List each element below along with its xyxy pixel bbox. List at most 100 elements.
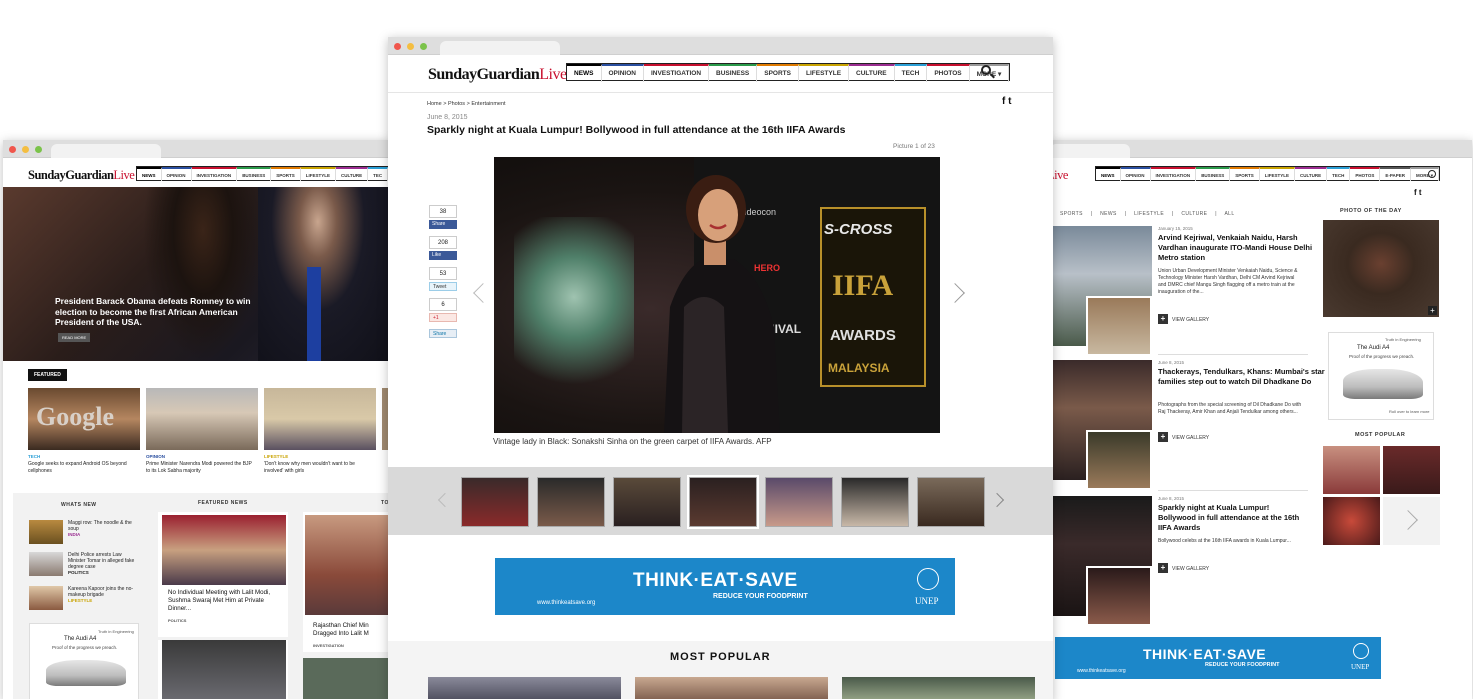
list-item-image[interactable] [29,586,63,610]
site-logo[interactable]: SundayGuardianLive [28,168,135,183]
audi-ad[interactable]: Truth in Engineering The Audi A4 Proof o… [29,623,139,699]
chevron-right-icon[interactable] [1398,510,1418,530]
read-more-button[interactable]: READ MORE [58,333,91,342]
featured-category[interactable]: TECH [28,454,40,459]
nav-news[interactable]: NEWS [567,64,602,82]
think-eat-save-banner[interactable]: THINK·EAT·SAVE REDUCE YOUR FOODPRINT www… [1055,637,1381,679]
view-gallery-button[interactable]: + VIEW GALLERY [1158,563,1209,573]
featured-text[interactable]: Google seeks to expand Android OS beyond… [28,461,138,474]
gallery-thumbnail[interactable] [841,477,909,527]
browser-tab[interactable] [51,144,161,158]
social-share-icons[interactable]: f t [1002,96,1011,107]
tab-sports[interactable]: SPORTS [1060,211,1083,217]
gallery-story[interactable]: June 8, 2015 Thackerays, Tendulkars, Kha… [1050,360,1325,490]
nav-item[interactable]: INVESTIGATION [191,167,238,181]
featured-text[interactable]: Prime Minister Narendra Modi powered the… [146,461,256,474]
list-item-image[interactable] [29,520,63,544]
nav-item[interactable]: OPINION [161,167,192,181]
featured-category[interactable]: OPINION [146,454,165,459]
nav-opinion[interactable]: OPINION [601,64,644,82]
strip-next-arrow-icon[interactable] [989,492,1005,508]
browser-tab[interactable] [1050,144,1130,158]
nav-item[interactable]: NEWS [1096,167,1121,181]
nav-item[interactable]: NEWS [137,167,162,181]
nav-item[interactable]: CULTURE [335,167,369,181]
linkedin-share-button[interactable]: Share [429,329,457,338]
top-headline[interactable]: Rajasthan Chief Min Dragged Into Lalit M [313,622,391,638]
featured-news-category[interactable]: POLITICS [168,618,186,623]
featured-image[interactable] [264,388,376,450]
story-headline[interactable]: Sparkly night at Kuala Lumpur! Bollywood… [1158,503,1308,533]
photo-of-day-image[interactable]: + [1323,220,1439,317]
nav-item[interactable]: CULTURE [1294,167,1328,181]
nav-item[interactable]: SPORTS [1230,167,1260,181]
nav-item[interactable]: TEC [368,167,389,181]
nav-item[interactable]: E-paper [1380,167,1411,181]
popular-thumb[interactable] [428,677,621,699]
site-logo[interactable]: SundayGuardianLive [428,66,567,84]
facebook-like-button[interactable]: Like [429,251,457,260]
social-icons[interactable]: f t [1414,188,1422,197]
gallery-story[interactable]: January 15, 2015 Arvind Kejriwal, Venkai… [1050,226,1312,356]
popular-thumb[interactable] [842,677,1035,699]
tweet-button[interactable]: Tweet [429,282,457,291]
story-headline[interactable]: Arvind Kejriwal, Venkaiah Naidu, Harsh V… [1158,233,1328,263]
nav-item[interactable]: INVESTIGATION [1150,167,1197,181]
view-gallery-button[interactable]: + VIEW GALLERY [1158,432,1209,442]
popular-thumb[interactable] [1323,497,1380,545]
strip-prev-arrow-icon[interactable] [437,492,453,508]
close-dot-icon[interactable] [9,146,16,153]
gallery-thumbnail-active[interactable] [687,475,759,529]
browser-tab[interactable] [440,41,560,55]
breadcrumb[interactable]: Home > Photos > Entertainment [427,101,506,107]
gallery-thumbnail[interactable] [461,477,529,527]
nav-sports[interactable]: SPORTS [757,64,799,82]
gallery-thumbnail[interactable] [917,477,985,527]
top-card[interactable]: Rajasthan Chief Min Dragged Into Lalit M… [303,512,391,652]
nav-lifestyle[interactable]: LIFESTYLE [799,64,850,82]
hero-headline[interactable]: President Barack Obama defeats Romney to… [55,296,277,328]
minimize-dot-icon[interactable] [22,146,29,153]
tab-all[interactable]: ALL [1224,211,1234,217]
nav-item[interactable]: BUSINESS [1196,167,1231,181]
tab-lifestyle[interactable]: LIFESTYLE [1134,211,1164,217]
minimize-dot-icon[interactable] [407,43,414,50]
nav-item[interactable]: TECH [1327,167,1351,181]
gallery-thumbnail[interactable] [537,477,605,527]
gallery-thumbnail[interactable] [613,477,681,527]
maximize-dot-icon[interactable] [420,43,427,50]
nav-item[interactable]: BUSINESS [237,167,272,181]
gallery-story[interactable]: June 8, 2015 Sparkly night at Kuala Lump… [1050,496,1310,626]
popular-thumb[interactable] [635,677,828,699]
featured-image[interactable]: Google [28,388,140,450]
nav-item[interactable]: LIFESTYLE [300,167,336,181]
nav-item[interactable]: LIFESTYLE [1259,167,1295,181]
nav-photos[interactable]: PHOTOS [927,64,970,82]
nav-item[interactable]: OPINION [1120,167,1151,181]
nav-tech[interactable]: TECH [894,64,928,82]
story-headline[interactable]: Thackerays, Tendulkars, Khans: Mumbai's … [1158,367,1328,387]
popular-thumb[interactable] [1383,446,1440,494]
featured-category[interactable]: LIFESTYLE [264,454,288,459]
popular-thumb[interactable] [1323,446,1380,494]
next-arrow-box[interactable] [1383,497,1440,545]
search-icon[interactable] [1428,170,1436,178]
featured-image[interactable] [146,388,258,450]
featured-news-card[interactable] [158,640,288,699]
gallery-thumbnail[interactable] [765,477,833,527]
facebook-share-button[interactable]: Share [429,220,457,229]
top-card-image[interactable] [303,658,391,699]
nav-item[interactable]: SPORTS [271,167,301,181]
prev-photo-arrow-icon[interactable] [473,283,493,303]
featured-news-card[interactable]: No Individual Meeting with Lalit Modi, S… [158,512,288,637]
list-item[interactable]: Delhi Police arrests Law Minister Tomar … [68,552,138,576]
expand-icon[interactable]: + [1428,306,1437,315]
tab-news[interactable]: NEWS [1100,211,1117,217]
nav-item[interactable]: PHOTOS [1350,167,1381,181]
view-gallery-button[interactable]: + VIEW GALLERY [1158,314,1209,324]
nav-business[interactable]: BUSINESS [709,64,758,82]
featured-news-headline[interactable]: No Individual Meeting with Lalit Modi, S… [168,589,280,613]
top-category[interactable]: INVESTIGATION [313,643,344,648]
close-dot-icon[interactable] [394,43,401,50]
gallery-main-photo[interactable]: S-CROSS IIFA AWARDS MALAYSIA CARNIVAL vi… [494,157,940,433]
